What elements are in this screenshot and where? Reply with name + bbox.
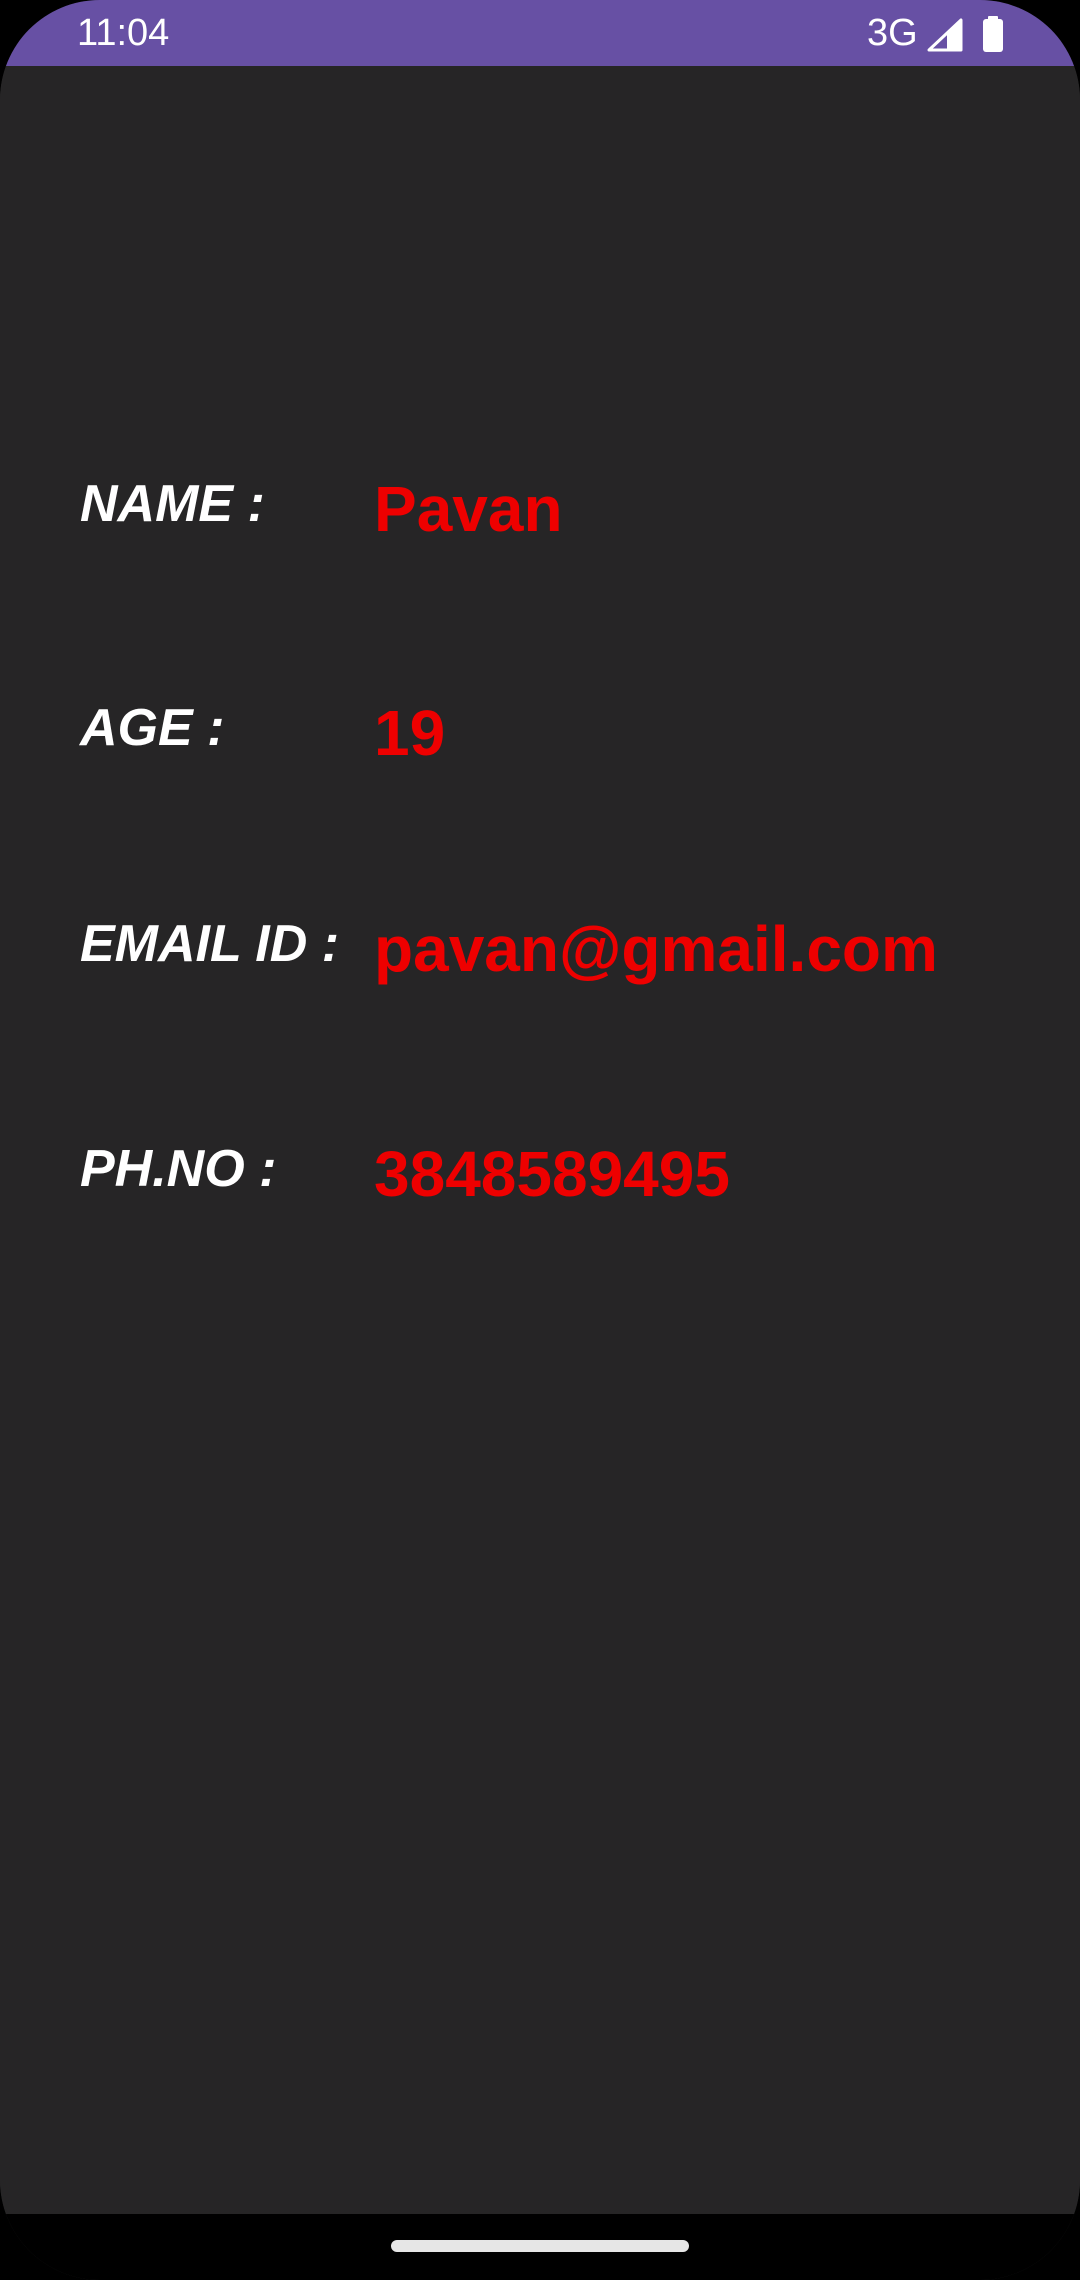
status-bar: 11:04 3G (0, 0, 1080, 66)
name-value: Pavan (374, 473, 563, 545)
home-gesture-handle[interactable] (391, 2240, 689, 2252)
email-label: EMAIL ID : (80, 915, 340, 973)
phone-row: PH.NO : 3848589495 (0, 1138, 1080, 1239)
phone-value: 3848589495 (374, 1138, 730, 1210)
age-row: AGE : 19 (0, 697, 1080, 798)
battery-full-icon (983, 16, 1003, 52)
name-row: NAME : Pavan (0, 473, 1080, 574)
age-label: AGE : (80, 699, 225, 757)
app-screen: 11:04 3G NAME : Pavan AGE : 19 EMAIL ID … (0, 0, 1080, 2280)
status-time: 11:04 (77, 12, 170, 54)
age-value: 19 (374, 697, 446, 769)
name-label: NAME : (80, 475, 265, 533)
phone-label: PH.NO : (80, 1140, 277, 1198)
email-value: pavan@gmail.com (374, 913, 938, 985)
network-type: 3G (867, 12, 918, 54)
email-row: EMAIL ID : pavan@gmail.com (0, 913, 1080, 1014)
profile-details: NAME : Pavan AGE : 19 EMAIL ID : pavan@g… (0, 66, 1080, 2214)
cellular-signal-icon (927, 18, 963, 52)
